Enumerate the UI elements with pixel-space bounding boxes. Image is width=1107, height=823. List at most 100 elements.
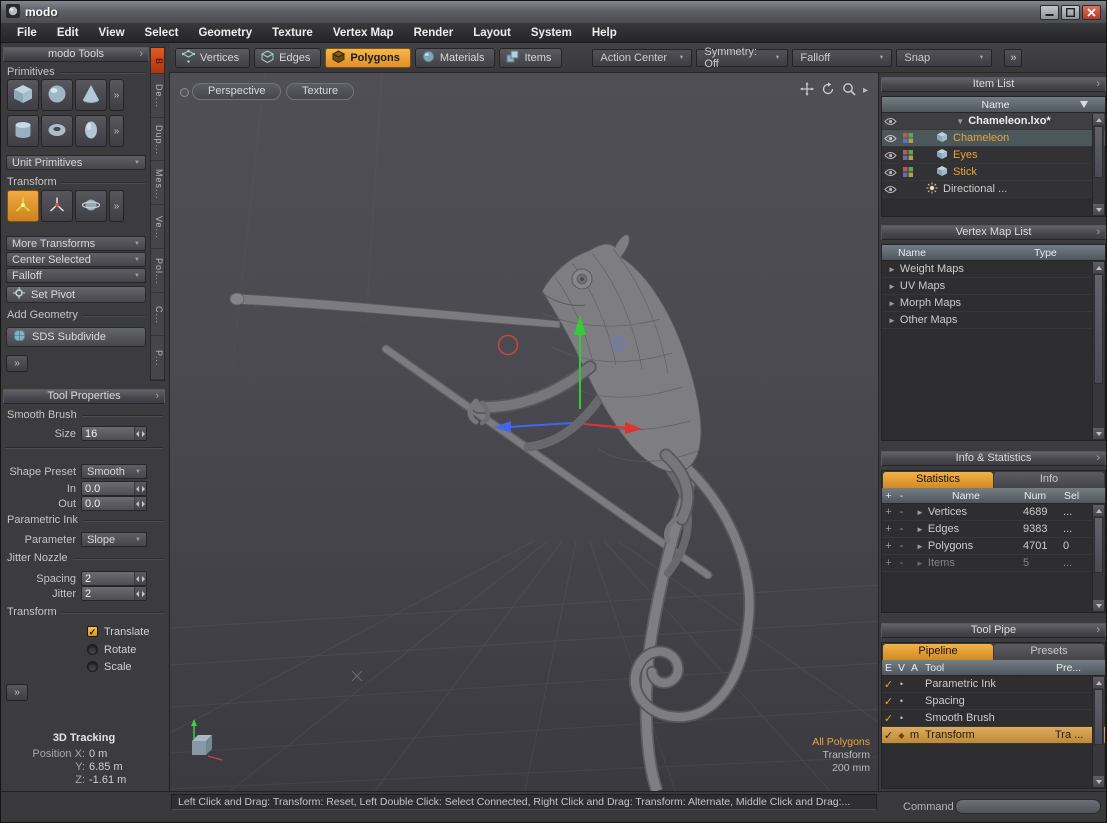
viewport-options-dot[interactable] bbox=[180, 88, 189, 97]
vmap-row-morph[interactable]: ► Morph Maps bbox=[882, 295, 1105, 312]
item-list-filter-icon[interactable] bbox=[1075, 100, 1092, 109]
menu-view[interactable]: View bbox=[89, 25, 135, 41]
viewport-tab-perspective[interactable]: Perspective bbox=[192, 83, 281, 100]
tool-properties-panel-header[interactable]: Tool Properties › bbox=[3, 389, 165, 404]
close-button[interactable] bbox=[1082, 5, 1101, 20]
viewport-tab-texture[interactable]: Texture bbox=[286, 83, 354, 100]
tab-pipeline[interactable]: Pipeline bbox=[883, 644, 993, 660]
center-selected-dropdown[interactable]: Center Selected ▼ bbox=[6, 252, 146, 267]
vertex-map-column-header[interactable]: Name Type bbox=[882, 245, 1105, 261]
eye-icon[interactable] bbox=[882, 151, 899, 160]
stats-add-button[interactable]: + bbox=[882, 540, 895, 552]
layer-grid-icon[interactable] bbox=[899, 167, 916, 177]
dot-icon[interactable]: • bbox=[895, 696, 908, 706]
vertical-tab-duplicate[interactable]: Dup... bbox=[151, 118, 164, 162]
menu-geometry[interactable]: Geometry bbox=[188, 25, 262, 41]
spacing-field[interactable] bbox=[81, 571, 147, 586]
scale-radio[interactable] bbox=[87, 661, 98, 672]
scale-tool-button[interactable] bbox=[75, 190, 107, 222]
jitter-field[interactable] bbox=[81, 586, 147, 601]
dot-icon[interactable]: • bbox=[895, 679, 908, 689]
tool-properties-more-button[interactable]: » bbox=[6, 684, 28, 701]
vertex-map-panel-header[interactable]: Vertex Map List › bbox=[881, 225, 1106, 240]
sphere-tool-button[interactable] bbox=[41, 79, 73, 111]
cylinder-tool-button[interactable] bbox=[7, 115, 39, 147]
vertical-tab-mesh[interactable]: Mes... bbox=[151, 161, 164, 205]
name-column-header[interactable]: Name bbox=[882, 247, 1034, 259]
menu-select[interactable]: Select bbox=[135, 25, 189, 41]
pipe-row-spacing[interactable]: ✓ • Spacing bbox=[882, 693, 1105, 710]
item-list-scrollbar[interactable] bbox=[1092, 114, 1104, 215]
stats-add-button[interactable]: + bbox=[882, 557, 895, 569]
pipe-row-parametric-ink[interactable]: ✓ • Parametric Ink bbox=[882, 676, 1105, 693]
eye-icon[interactable] bbox=[882, 134, 899, 143]
menu-help[interactable]: Help bbox=[582, 25, 627, 41]
expander-icon[interactable]: ► bbox=[888, 316, 896, 325]
name-column-header[interactable]: Name bbox=[916, 99, 1075, 111]
enabled-check-icon[interactable]: ✓ bbox=[882, 695, 895, 708]
vertical-tab-polygon[interactable]: Pol... bbox=[151, 249, 164, 293]
tools-more-button[interactable]: » bbox=[6, 355, 28, 372]
ellipsoid-tool-button[interactable] bbox=[75, 115, 107, 147]
item-row-stick[interactable]: Stick bbox=[882, 164, 1105, 181]
expander-icon[interactable]: ► bbox=[916, 508, 924, 517]
parameter-dropdown[interactable]: Slope ▼ bbox=[81, 532, 147, 547]
info-statistics-panel-header[interactable]: Info & Statistics › bbox=[881, 451, 1106, 466]
falloff-dropdown[interactable]: Falloff ▼ bbox=[792, 49, 892, 67]
tab-statistics[interactable]: Statistics bbox=[883, 472, 993, 488]
diamond-icon[interactable]: ◆ bbox=[895, 731, 908, 740]
gizmo-rotate-x-handle[interactable] bbox=[499, 336, 518, 355]
stats-add-button[interactable]: + bbox=[882, 506, 895, 518]
item-list-panel-header[interactable]: Item List › bbox=[881, 77, 1106, 92]
item-row-eyes[interactable]: Eyes bbox=[882, 147, 1105, 164]
in-field[interactable] bbox=[81, 481, 147, 496]
vmap-row-other[interactable]: ► Other Maps bbox=[882, 312, 1105, 329]
stats-remove-button[interactable]: - bbox=[895, 523, 908, 535]
move-tool-button[interactable] bbox=[7, 190, 39, 222]
out-spinner[interactable] bbox=[134, 497, 146, 510]
modo-tools-panel-header[interactable]: modo Tools › bbox=[3, 47, 149, 62]
size-input[interactable] bbox=[82, 428, 134, 440]
item-list-column-header[interactable]: Name bbox=[882, 97, 1105, 113]
vmap-row-weight[interactable]: ► Weight Maps bbox=[882, 261, 1105, 278]
menu-file[interactable]: File bbox=[7, 25, 47, 41]
menu-edit[interactable]: Edit bbox=[47, 25, 89, 41]
vertical-tab-paint[interactable]: P... bbox=[151, 336, 164, 380]
menu-layout[interactable]: Layout bbox=[463, 25, 521, 41]
mode-materials-button[interactable]: Materials bbox=[415, 48, 496, 68]
stats-remove-button[interactable]: - bbox=[895, 506, 908, 518]
translate-checkbox[interactable]: ✓ bbox=[87, 626, 98, 637]
layer-grid-icon[interactable] bbox=[899, 133, 916, 143]
vmap-row-uv[interactable]: ► UV Maps bbox=[882, 278, 1105, 295]
expander-icon[interactable]: ► bbox=[888, 299, 896, 308]
falloff-sidebar-dropdown[interactable]: Falloff ▼ bbox=[6, 268, 146, 283]
vertical-tab-curves[interactable]: C... bbox=[151, 293, 164, 337]
symmetry-dropdown[interactable]: Symmetry: Off ▼ bbox=[696, 49, 788, 67]
stats-row-polygons[interactable]: + - ►Polygons 4701 0 bbox=[882, 538, 1105, 555]
stats-row-edges[interactable]: + - ►Edges 9383 ... bbox=[882, 521, 1105, 538]
vertical-tab-basic[interactable]: B bbox=[151, 48, 164, 74]
tab-presets[interactable]: Presets bbox=[994, 644, 1104, 660]
torus-tool-button[interactable] bbox=[41, 115, 73, 147]
tool-pipe-scrollbar[interactable] bbox=[1092, 677, 1104, 787]
viewport-3d[interactable]: Perspective Texture ▸ All Polygons Trans… bbox=[169, 73, 879, 791]
cube-tool-button[interactable] bbox=[7, 79, 39, 111]
out-input[interactable] bbox=[82, 498, 134, 510]
mode-items-button[interactable]: Items bbox=[499, 48, 562, 68]
eye-icon[interactable] bbox=[882, 117, 899, 126]
menu-vertex-map[interactable]: Vertex Map bbox=[323, 25, 404, 41]
shape-preset-dropdown[interactable]: Smooth ▼ bbox=[81, 464, 147, 479]
menu-texture[interactable]: Texture bbox=[262, 25, 323, 41]
rotate-radio[interactable] bbox=[87, 644, 98, 655]
mode-edges-button[interactable]: Edges bbox=[254, 48, 321, 68]
unit-primitives-dropdown[interactable]: Unit Primitives ▼ bbox=[6, 155, 146, 170]
transform-row-more-button[interactable]: » bbox=[109, 190, 124, 222]
in-input[interactable] bbox=[82, 483, 134, 495]
size-spinner[interactable] bbox=[134, 427, 146, 440]
toolbar-overflow-button[interactable]: » bbox=[1004, 49, 1022, 67]
vertex-map-scrollbar[interactable] bbox=[1092, 262, 1104, 439]
in-spinner[interactable] bbox=[134, 482, 146, 495]
spacing-input[interactable] bbox=[82, 573, 134, 585]
statistics-scrollbar[interactable] bbox=[1092, 505, 1104, 611]
vertical-tab-deform[interactable]: De... bbox=[151, 74, 164, 118]
